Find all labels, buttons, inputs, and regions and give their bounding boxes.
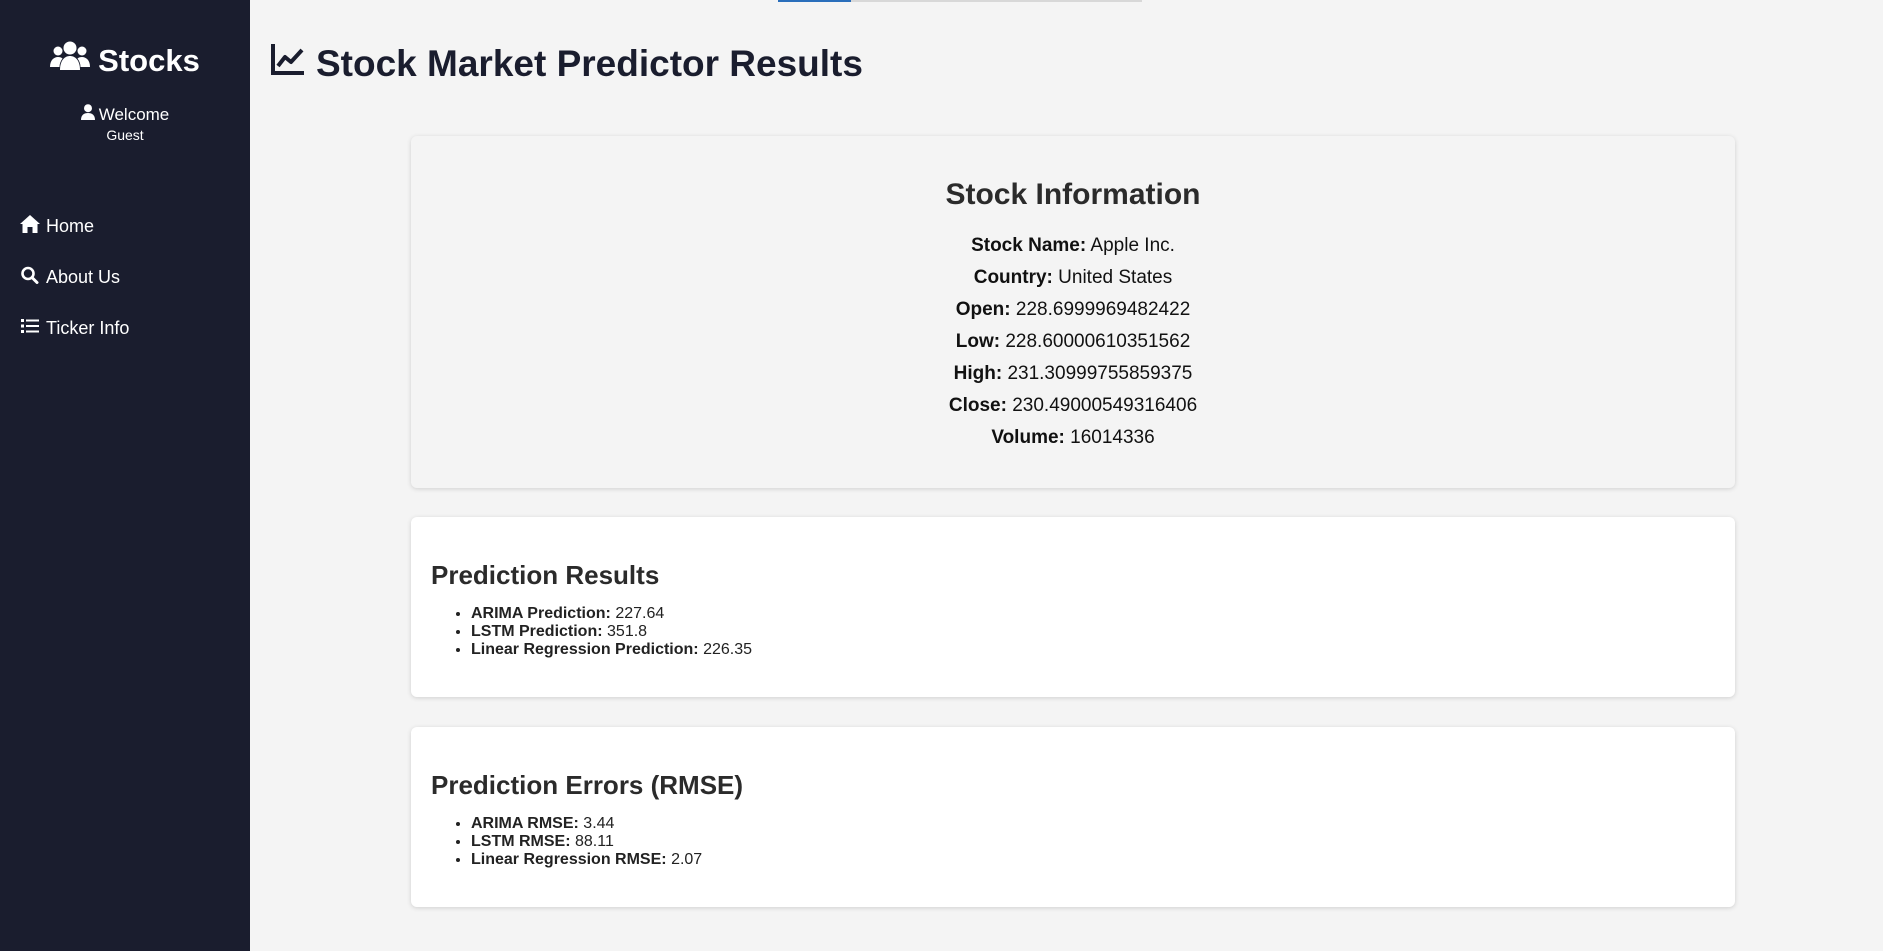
info-label: Open: <box>955 299 1011 320</box>
prediction-errors-card: Prediction Errors (RMSE) ARIMA RMSE: 3.4… <box>411 727 1735 907</box>
info-row: Open: 228.6999969482422 <box>411 294 1735 326</box>
info-value: United States <box>1058 267 1173 288</box>
error-label: ARIMA RMSE: <box>471 815 579 832</box>
info-label: Close: <box>948 395 1007 416</box>
prediction-value: 226.35 <box>703 641 752 658</box>
user-name: Guest <box>106 127 144 143</box>
sidebar-item-home[interactable]: Home <box>0 201 250 252</box>
list-item: Linear Regression Prediction: 226.35 <box>471 641 1735 659</box>
info-label: Stock Name: <box>971 235 1087 256</box>
sidebar-nav: Home About Us Ticker Info <box>0 201 250 354</box>
sidebar-item-ticker-info[interactable]: Ticker Info <box>0 303 250 354</box>
top-tab-indicator <box>778 0 851 2</box>
info-row: High: 231.30999755859375 <box>411 358 1735 390</box>
error-value: 88.11 <box>575 833 614 850</box>
page-title-text: Stock Market Predictor Results <box>316 42 863 84</box>
info-value: 231.30999755859375 <box>1007 363 1193 384</box>
info-label: High: <box>953 363 1003 384</box>
top-tab-strip <box>778 0 1142 2</box>
users-icon <box>50 40 91 82</box>
sidebar: Stocks Welcome Guest Home About Us Ticke… <box>0 0 250 951</box>
sidebar-item-label: Ticker Info <box>46 318 130 338</box>
prediction-results-heading: Prediction Results <box>431 560 660 590</box>
prediction-value: 351.8 <box>607 623 648 640</box>
error-value: 3.44 <box>583 815 615 832</box>
user-icon <box>80 104 95 125</box>
info-value: Apple Inc. <box>1090 235 1175 256</box>
error-label: Linear Regression RMSE: <box>471 851 667 868</box>
prediction-results-card: Prediction Results ARIMA Prediction: 227… <box>411 517 1735 697</box>
sidebar-item-about-us[interactable]: About Us <box>0 252 250 303</box>
prediction-errors-heading: Prediction Errors (RMSE) <box>431 770 744 800</box>
welcome-block: Welcome Guest <box>0 104 250 143</box>
prediction-value: 227.64 <box>615 605 665 622</box>
prediction-label: Linear Regression Prediction: <box>471 641 699 658</box>
brand[interactable]: Stocks <box>0 40 250 82</box>
list-item: LSTM Prediction: 351.8 <box>471 623 1735 641</box>
stock-info-card: Stock Information Stock Name: Apple Inc.… <box>411 136 1735 488</box>
info-row: Low: 228.60000610351562 <box>411 326 1735 358</box>
sidebar-item-label: Home <box>46 216 95 236</box>
list-icon <box>20 317 40 340</box>
list-item: Linear Regression RMSE: 2.07 <box>471 851 1735 869</box>
info-row: Stock Name: Apple Inc. <box>411 230 1735 262</box>
info-label: Volume: <box>991 427 1065 448</box>
info-row: Country: United States <box>411 262 1735 294</box>
search-icon <box>20 266 40 289</box>
info-row: Volume: 16014336 <box>411 422 1735 454</box>
line-chart-icon <box>270 42 306 85</box>
prediction-label: LSTM Prediction: <box>471 623 603 640</box>
welcome-label: Welcome <box>98 104 170 124</box>
page-title: Stock Market Predictor Results <box>270 42 863 85</box>
home-icon <box>20 215 40 238</box>
info-value: 16014336 <box>1070 427 1155 448</box>
info-value: 228.6999969482422 <box>1015 299 1191 320</box>
error-list: ARIMA RMSE: 3.44 LSTM RMSE: 88.11 Linear… <box>411 815 1735 869</box>
list-item: ARIMA Prediction: 227.64 <box>471 605 1735 623</box>
error-label: LSTM RMSE: <box>471 833 571 850</box>
info-label: Country: <box>973 267 1053 288</box>
list-item: ARIMA RMSE: 3.44 <box>471 815 1735 833</box>
info-value: 228.60000610351562 <box>1005 331 1191 352</box>
info-row: Close: 230.49000549316406 <box>411 390 1735 422</box>
brand-label: Stocks <box>98 43 200 78</box>
sidebar-item-label: About Us <box>46 267 121 287</box>
info-value: 230.49000549316406 <box>1012 395 1198 416</box>
stock-info-heading: Stock Information <box>945 178 1201 211</box>
prediction-list: ARIMA Prediction: 227.64 LSTM Prediction… <box>411 605 1735 659</box>
error-value: 2.07 <box>671 851 703 868</box>
info-label: Low: <box>955 331 1001 352</box>
list-item: LSTM RMSE: 88.11 <box>471 833 1735 851</box>
prediction-label: ARIMA Prediction: <box>471 605 611 622</box>
